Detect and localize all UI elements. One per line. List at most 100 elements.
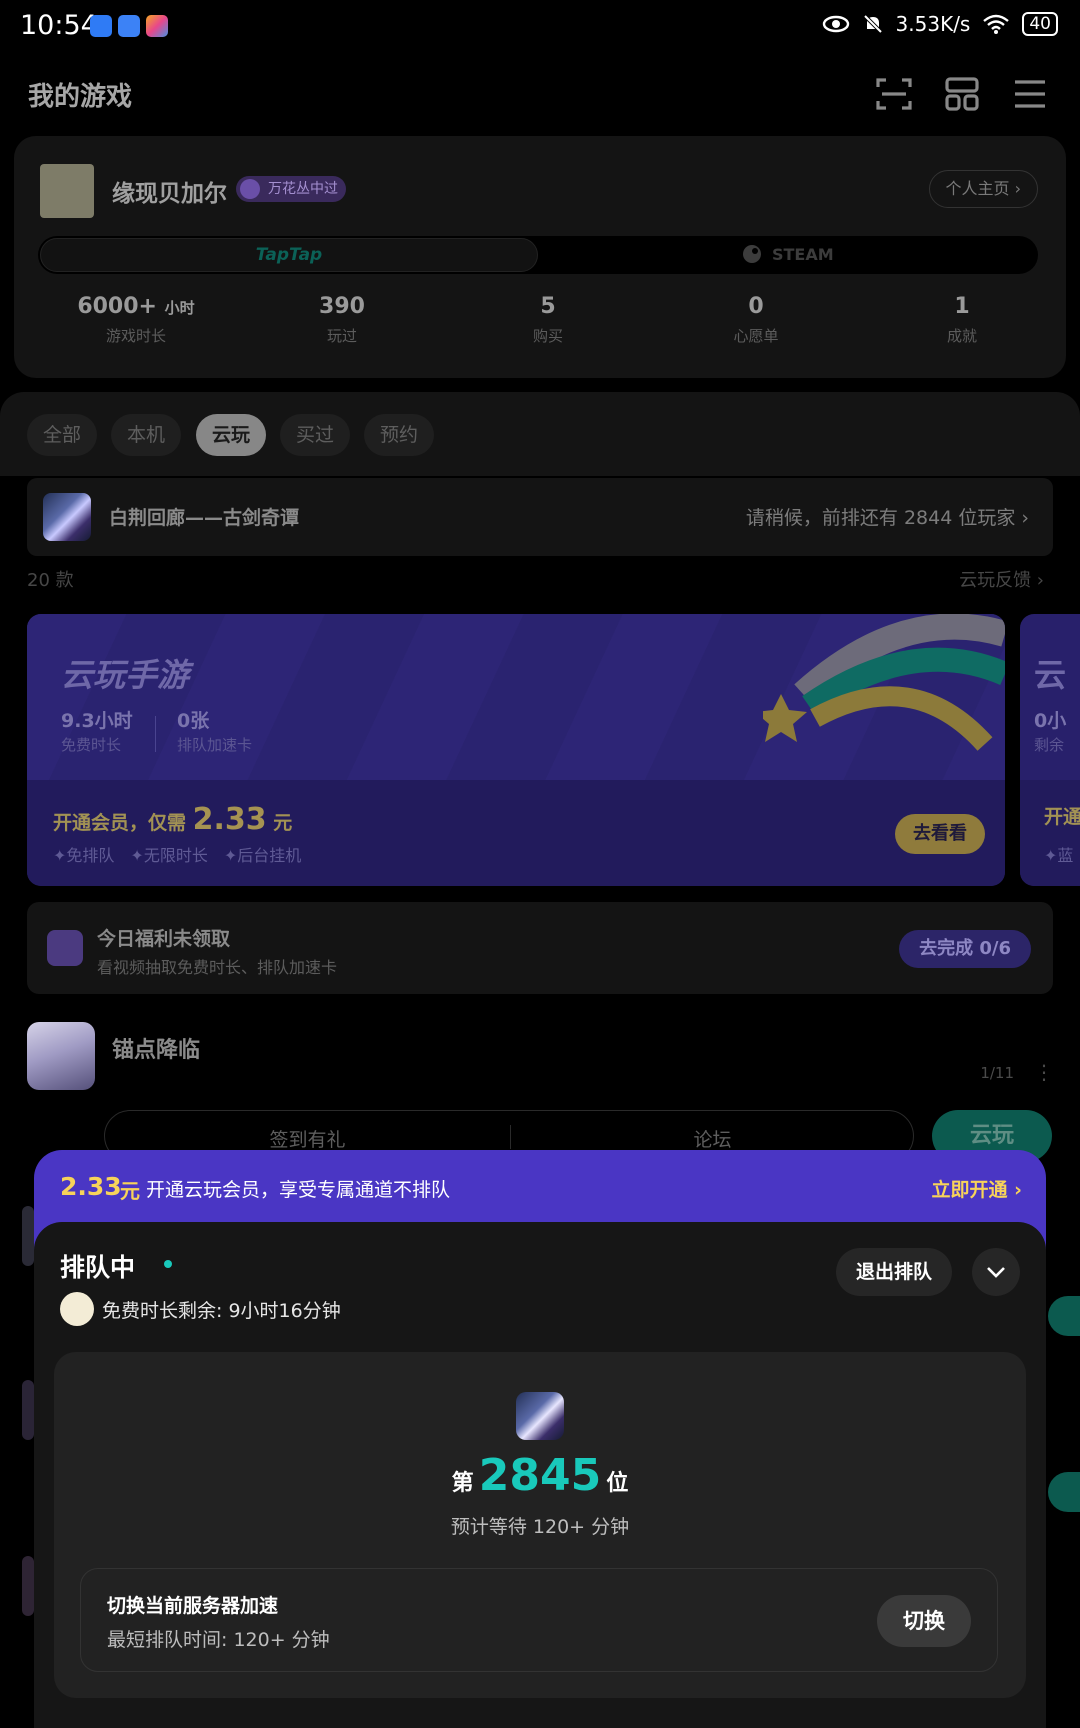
peek-feature: ✦蓝 xyxy=(1044,846,1074,865)
cards-label: 排队加速卡 xyxy=(177,736,253,754)
peek-label: 剩余 xyxy=(1034,736,1065,754)
rank-number: 2845 xyxy=(478,1450,602,1501)
steam-icon xyxy=(743,245,762,263)
stat-label: 成就 xyxy=(946,327,977,345)
stat-played[interactable]: 390 玩过 xyxy=(252,294,432,346)
filter-tabs: 全部 本机 云玩 买过 预约 xyxy=(0,392,1080,476)
queue-status-strip[interactable]: 白荆回廊——古剑奇谭 请稍候，前排还有 2844 位玩家 › xyxy=(27,478,1053,556)
stat-value: 5 xyxy=(540,294,556,319)
badge-label: 万花丛中过 xyxy=(268,181,338,197)
page-indicator: 1/11 xyxy=(980,1064,1014,1082)
title-badge: 万花丛中过 xyxy=(236,176,346,202)
stat-label: 心愿单 xyxy=(733,327,779,345)
queue-sheet: 排队中 免费时长剩余: 9小时16分钟 退出排队 第 2845 位 预计等待 1… xyxy=(34,1222,1046,1728)
activate-now-link[interactable]: 立即开通 › xyxy=(932,1175,1022,1202)
welfare-subtitle: 看视频抽取免费时长、排队加速卡 xyxy=(97,958,338,977)
page-title: 我的游戏 xyxy=(28,82,133,112)
server-switch-box: 切换当前服务器加速 最短排队时间: 120+ 分钟 切换 xyxy=(80,1568,998,1672)
checkin-gift-button[interactable]: 签到有礼 xyxy=(105,1125,510,1152)
eye-icon xyxy=(822,15,849,33)
forum-button[interactable]: 论坛 xyxy=(510,1125,915,1152)
offer-features: ✦免排队 ✦无限时长 ✦后台挂机 xyxy=(53,846,302,865)
battery-indicator: 40 xyxy=(1022,12,1058,36)
daily-welfare-card[interactable]: 今日福利未领取 看视频抽取免费时长、排队加速卡 去完成 0/6 xyxy=(27,902,1053,994)
free-time-remaining: 免费时长剩余: 9小时16分钟 xyxy=(102,1300,341,1322)
stat-label: 游戏时长 xyxy=(105,327,166,345)
tab-all[interactable]: 全部 xyxy=(27,414,98,456)
view-offer-button[interactable]: 去看看 xyxy=(895,814,985,854)
mute-bell-icon xyxy=(863,14,882,34)
bulb-notification-icon xyxy=(118,15,140,37)
status-bar: 10:54 3.53K/s 40 xyxy=(0,0,1080,56)
exit-queue-button[interactable]: 退出排队 xyxy=(836,1248,953,1296)
avatar xyxy=(60,1292,94,1326)
game-icon[interactable] xyxy=(27,1022,95,1090)
server-title: 切换当前服务器加速 xyxy=(107,1595,279,1617)
stat-wishlist[interactable]: 0 心愿单 xyxy=(666,294,846,346)
username[interactable]: 缘现贝加尔 xyxy=(112,174,227,208)
hidden-game-icon xyxy=(22,1556,34,1616)
cloud-feedback-link[interactable]: 云玩反馈 › xyxy=(959,566,1044,592)
offer-price: 2.33 xyxy=(192,802,267,837)
banner-unit: 元 xyxy=(120,1179,140,1203)
tab-cloud[interactable]: 云玩 xyxy=(196,414,267,456)
avatar[interactable] xyxy=(40,164,94,218)
menu-icon[interactable] xyxy=(1010,74,1050,114)
game-count: 20 款 xyxy=(27,570,74,591)
offer-prefix: 开通会员，仅需 xyxy=(53,812,187,834)
platform-steam[interactable]: STEAM xyxy=(538,236,1038,274)
game-thumbnail xyxy=(43,493,91,541)
banner-text: 开通云玩会员，享受专属通道不排队 xyxy=(146,1179,451,1201)
stat-label: 购买 xyxy=(532,327,563,345)
queue-rank: 第 2845 位 xyxy=(54,1450,1026,1501)
collapse-button[interactable] xyxy=(972,1248,1020,1296)
status-time: 10:54 xyxy=(20,10,98,41)
server-subtitle: 最短排队时间: 120+ 分钟 xyxy=(107,1629,330,1651)
gallery-notification-icon xyxy=(146,15,168,37)
next-promo-card[interactable]: 云 0小 剩余 开通 ✦蓝 xyxy=(1020,614,1080,886)
offer-text: 开通会员，仅需 2.33 元 xyxy=(53,802,292,837)
free-time-value: 9.3小时 xyxy=(61,710,133,732)
peek-offer: 开通 xyxy=(1044,806,1080,828)
cards-value: 0张 xyxy=(177,710,210,732)
cloud-membership-card[interactable]: 云玩手游 9.3小时 免费时长 0张 排队加速卡 开通会员，仅需 2.33 元 … xyxy=(27,614,1005,886)
offer-unit: 元 xyxy=(273,812,293,834)
peek-bottom: 开通 ✦蓝 xyxy=(1020,780,1080,886)
game-name[interactable]: 锚点降临 xyxy=(112,1032,200,1064)
hidden-cloud-button xyxy=(1048,1472,1080,1512)
scan-icon[interactable] xyxy=(874,74,914,114)
steam-label: STEAM xyxy=(771,245,834,264)
queue-game-title: 白荆回廊——古剑奇谭 xyxy=(109,507,300,529)
wifi-icon xyxy=(983,14,1010,34)
app-notification-icon xyxy=(90,15,112,37)
stat-value: 6000+ xyxy=(77,294,157,319)
platform-taptap[interactable]: TapTap xyxy=(40,238,538,272)
stat-playtime[interactable]: 6000+ 小时 游戏时长 xyxy=(46,294,226,346)
banner-price: 2.33 xyxy=(60,1172,122,1201)
peek-value: 0小 xyxy=(1034,710,1067,732)
network-speed: 3.53K/s xyxy=(895,12,971,36)
rank-prefix: 第 xyxy=(451,1471,474,1496)
tab-reserved[interactable]: 预约 xyxy=(364,414,435,456)
welfare-title: 今日福利未领取 xyxy=(97,928,231,950)
gamepad-icon xyxy=(240,179,260,199)
tab-purchased[interactable]: 买过 xyxy=(280,414,351,456)
tab-local[interactable]: 本机 xyxy=(111,414,182,456)
queue-status-text: 请稍候，前排还有 2844 位玩家 › xyxy=(745,507,1029,529)
layout-grid-icon[interactable] xyxy=(942,74,982,114)
stat-value: 0 xyxy=(748,294,764,319)
homepage-button[interactable]: 个人主页 › xyxy=(928,170,1038,208)
complete-tasks-button[interactable]: 去完成 0/6 xyxy=(899,930,1031,968)
profile-card: 缘现贝加尔 万花丛中过 个人主页 › TapTap STEAM 6000+ 小时… xyxy=(14,136,1066,378)
switch-server-button[interactable]: 切换 xyxy=(877,1595,971,1647)
free-time-label: 免费时长 xyxy=(61,736,122,754)
divider xyxy=(155,716,156,752)
stat-achievements[interactable]: 1 成就 xyxy=(872,294,1052,346)
rank-suffix: 位 xyxy=(606,1471,629,1496)
promo-title: 云玩手游 xyxy=(61,656,190,694)
stat-purchased[interactable]: 5 购买 xyxy=(458,294,638,346)
promo-header: 云玩手游 9.3小时 免费时长 0张 排队加速卡 xyxy=(27,614,1005,780)
shooting-star-icon xyxy=(763,614,1005,751)
more-options-icon[interactable]: ⋮ xyxy=(1034,1060,1054,1084)
peek-title: 云 xyxy=(1034,656,1067,694)
